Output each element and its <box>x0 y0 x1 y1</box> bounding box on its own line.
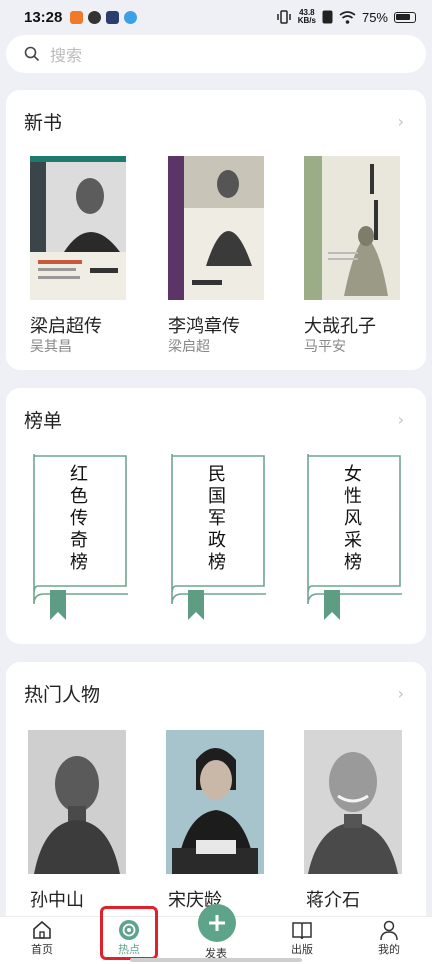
ranking-list-item[interactable]: 民国军政榜 <box>168 454 268 620</box>
publish-button[interactable] <box>198 904 236 942</box>
person-icon <box>380 920 398 941</box>
ranking-list-item[interactable]: 女性风采榜 <box>304 454 404 620</box>
tab-home[interactable]: 首页 <box>2 917 82 964</box>
person-name[interactable]: 蒋介石 <box>306 886 360 912</box>
chevron-right-icon[interactable]: › <box>398 410 404 429</box>
highlight-annotation <box>100 906 158 960</box>
net-speed: 43.8 KB/s <box>297 8 316 25</box>
app-notification-icon <box>106 10 120 24</box>
sim-icon <box>322 10 333 24</box>
ranking-title: 民国军政榜 <box>208 464 226 573</box>
app-notification-icon <box>88 10 102 24</box>
book-title[interactable]: 李鸿章传 <box>168 312 240 338</box>
book-title[interactable]: 梁启超传 <box>30 312 102 338</box>
portrait-image <box>166 730 264 874</box>
portrait-image <box>28 730 126 874</box>
book-cover[interactable] <box>168 156 264 300</box>
search-input[interactable]: 搜索 <box>6 35 426 73</box>
person-photo[interactable] <box>166 730 264 874</box>
search-placeholder: 搜索 <box>50 46 83 65</box>
book-cover-art <box>168 156 264 300</box>
person-name[interactable]: 孙中山 <box>30 886 84 912</box>
ranking-list-item[interactable]: 红色传奇榜 <box>30 454 130 620</box>
book-cover[interactable] <box>304 156 400 300</box>
book-cover-art <box>30 156 126 300</box>
section-title: 榜单 <box>24 410 63 432</box>
section-title: 热门人物 <box>24 684 101 706</box>
plus-icon <box>209 915 225 931</box>
ranking-title: 红色传奇榜 <box>70 464 88 573</box>
battery-percent: 75% <box>361 9 388 25</box>
popular-people-section: 热门人物 › 孙中山 宋庆龄 蒋介石 <box>6 662 426 932</box>
status-bar: 13:28 43.8 KB/s 75% <box>0 0 432 34</box>
wifi-icon <box>339 10 356 24</box>
book-cover-art <box>304 156 400 300</box>
book-author: 马平安 <box>304 339 346 355</box>
new-books-section: 新书 › 梁启超传 吴其昌 李鸿章传 梁启超 大哉孔子 马平安 <box>6 90 426 370</box>
book-title[interactable]: 大哉孔子 <box>304 312 376 338</box>
book-icon <box>292 922 312 940</box>
app-notification-icon <box>124 10 138 24</box>
battery-icon <box>394 11 416 23</box>
rankings-section: 榜单 › 红色传奇榜 民国军政榜 女性风采榜 <box>6 388 426 644</box>
portrait-image <box>304 730 402 874</box>
ranking-title: 女性风采榜 <box>344 464 362 573</box>
home-icon <box>33 920 51 939</box>
section-title: 新书 <box>24 112 63 134</box>
tab-label: 我的 <box>378 943 400 956</box>
chevron-right-icon[interactable]: › <box>398 684 404 703</box>
chevron-right-icon[interactable]: › <box>398 112 404 131</box>
tab-publishing[interactable]: 出版 <box>262 917 342 964</box>
person-photo[interactable] <box>28 730 126 874</box>
app-notification-icon <box>70 10 84 24</box>
search-icon <box>24 46 40 62</box>
book-author: 吴其昌 <box>30 339 72 355</box>
tab-me[interactable]: 我的 <box>349 917 429 964</box>
tab-label: 出版 <box>291 943 313 956</box>
book-cover[interactable] <box>30 156 126 300</box>
book-author: 梁启超 <box>168 339 210 355</box>
tab-label: 首页 <box>31 943 53 956</box>
status-time: 13:28 <box>24 8 63 26</box>
person-photo[interactable] <box>304 730 402 874</box>
vibrate-icon <box>276 10 291 24</box>
home-indicator <box>130 958 302 962</box>
